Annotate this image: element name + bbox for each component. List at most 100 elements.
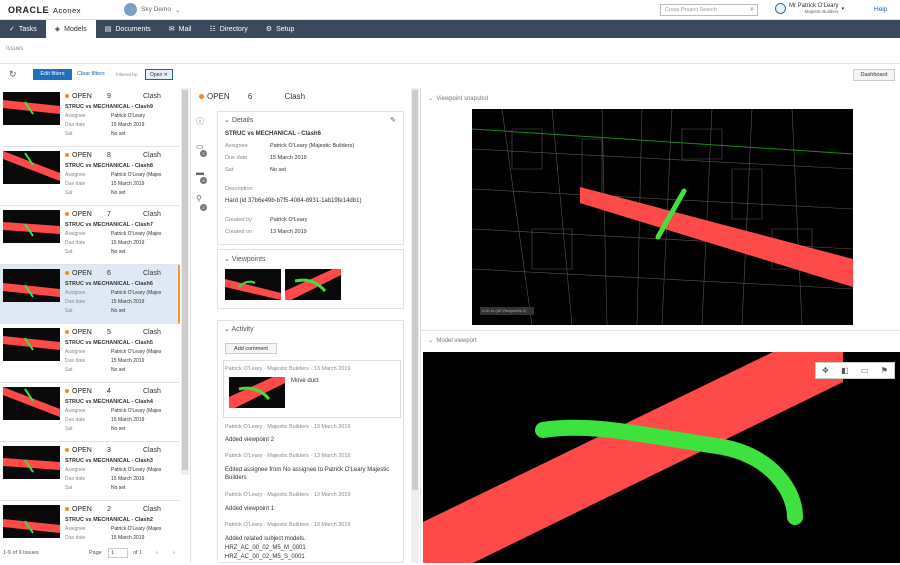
thumbnail-image — [3, 387, 60, 417]
issue-row[interactable]: OPEN 4 Clash STRUC vs MECHANICAL - Clash4 As… — [0, 383, 180, 442]
issue-row[interactable]: OPEN 3 Clash STRUC vs MECHANICAL - Clash3 As… — [0, 442, 180, 501]
detail-scrollbar[interactable] — [411, 88, 419, 563]
issue-title: STRUC vs MECHANICAL - Clash5 — [65, 340, 153, 346]
thumbnail-image — [3, 336, 60, 351]
issue-row[interactable]: OPEN 6 Clash STRUC vs MECHANICAL - Clash6 As… — [0, 265, 180, 324]
issue-row[interactable]: OPEN 7 Clash STRUC vs MECHANICAL - Clash7 As… — [0, 206, 180, 265]
link-icon[interactable]: ⚲ — [196, 194, 202, 203]
issue-row[interactable]: OPEN 5 Clash STRUC vs MECHANICAL - Clash5 As… — [0, 324, 180, 383]
status-dot — [65, 507, 69, 512]
assignee-value: Patrick O'Leary (Majes — [111, 349, 162, 355]
prev-page-icon[interactable]: ‹ — [156, 550, 158, 556]
snapshot-heading: Viewpoint snapshot — [436, 96, 489, 102]
search-placeholder: Cross Project Search — [665, 7, 717, 13]
add-comment-button[interactable]: Add comment — [225, 343, 277, 354]
brand-text: ORACLE — [8, 5, 49, 15]
nav-tab-models[interactable]: ◈ Models — [45, 20, 96, 38]
page-input[interactable]: 1 — [108, 548, 128, 558]
issue-status: OPEN — [65, 93, 92, 100]
issue-thumbnail — [3, 446, 60, 479]
chevron-down-icon: ⌄ — [174, 6, 181, 14]
cross-project-search-input[interactable]: Cross Project Search ⌕ — [660, 4, 758, 16]
issue-status: OPEN — [65, 388, 92, 395]
issue-row[interactable]: OPEN 9 Clash STRUC vs MECHANICAL - Clash9 As… — [0, 88, 180, 147]
project-selector[interactable]: Sky Demo ⌄ — [124, 3, 180, 16]
issue-row[interactable]: OPEN 8 Clash STRUC vs MECHANICAL - Clash8 As… — [0, 147, 180, 206]
viewpoint-snapshot[interactable] — [472, 109, 853, 325]
status-text: OPEN — [72, 152, 92, 159]
close-icon[interactable]: ✕ — [164, 72, 168, 78]
sla-value: No set — [111, 190, 126, 196]
directory-icon: ☷ — [209, 26, 216, 33]
issue-thumbnail — [3, 328, 60, 361]
snapshot-header[interactable]: ⌄ Viewpoint snapshot — [428, 95, 488, 102]
assignee-value: Patrick O'Leary (Majes — [111, 290, 162, 296]
activity-text: Edited assignee from No assignee to Patr… — [225, 467, 390, 481]
edit-filters-button[interactable]: Edit filters — [33, 69, 72, 80]
search-icon[interactable]: ⌕ — [750, 6, 754, 14]
comment-icon[interactable]: ▬ — [196, 168, 204, 177]
issue-thumbnail — [3, 210, 60, 243]
issue-type: Clash — [143, 152, 161, 159]
due-value: 15 March 2019 — [111, 358, 145, 364]
dashboard-button[interactable]: Dashboard — [853, 69, 895, 81]
scroll-thumb[interactable] — [412, 90, 418, 490]
viewpoint-thumbnail[interactable] — [285, 269, 341, 300]
due-value: 15 March 2019 — [111, 240, 145, 246]
refresh-icon[interactable]: ↻ — [9, 69, 17, 80]
nav-tab-tasks[interactable]: ✓ Tasks — [0, 20, 46, 38]
chip-label: Open — [150, 72, 163, 78]
nav-label: Mail — [178, 25, 192, 33]
section-icon[interactable]: ▭ — [861, 366, 869, 375]
nav-tab-mail[interactable]: ✉ Mail — [160, 20, 201, 38]
nav-label: Documents — [115, 25, 151, 33]
viewpoints-section-header[interactable]: ⌄ Viewpoints — [224, 255, 266, 263]
status-dot — [65, 212, 69, 217]
detail-status: OPEN — [207, 92, 230, 101]
due-label: Due date — [65, 240, 86, 246]
assignee-label: Assignee — [225, 143, 248, 149]
due-value: 15 March 2019 — [270, 155, 307, 161]
issue-title: STRUC vs MECHANICAL - Clash4 — [65, 399, 153, 405]
cube-view-icon[interactable]: ◧ — [841, 366, 849, 375]
product-text: Aconex — [53, 6, 82, 15]
thumbnail-image — [3, 458, 60, 473]
due-value: 15 March 2019 — [111, 417, 145, 423]
assignee-label: Assignee — [65, 408, 86, 414]
nav-label: Setup — [276, 25, 295, 33]
nav-label: Tasks — [18, 25, 37, 33]
assignee-label: Assignee — [65, 467, 86, 473]
activity-meta: Patrick O'Leary · Majestic Builders · 13… — [225, 453, 351, 459]
user-menu[interactable]: Mr Patrick O'Leary Majestic Builders ▾ — [775, 3, 844, 14]
bookmark-icon[interactable]: ⚑ — [881, 366, 888, 375]
viewpoint-thumbnail[interactable] — [225, 269, 281, 300]
activity-section-header[interactable]: ⌄ Activity — [224, 325, 254, 333]
breadcrumb[interactable]: Issues — [6, 46, 23, 52]
clear-filters-link[interactable]: Clear filters — [77, 71, 105, 77]
filter-chip-open[interactable]: Open ✕ — [145, 69, 173, 80]
sla-label: Sat — [65, 131, 73, 137]
scroll-thumb[interactable] — [182, 90, 188, 470]
help-link[interactable]: Help — [874, 6, 887, 13]
sla-value: No set — [111, 308, 126, 314]
issue-list-scrollbar[interactable] — [181, 88, 189, 475]
navigate-icon[interactable]: ✥ — [822, 366, 829, 375]
detail-title: STRUC vs MECHANICAL - Clash6 — [225, 131, 321, 137]
description-label: Description — [225, 186, 253, 192]
model-viewport-header[interactable]: ⌄ Model viewport — [428, 337, 477, 344]
model-viewport[interactable] — [423, 352, 900, 563]
info-icon[interactable]: ⓘ — [196, 116, 204, 127]
created-on-label: Created on — [225, 229, 253, 235]
edit-icon[interactable]: ✎ — [390, 116, 396, 124]
issue-row[interactable]: OPEN 2 Clash STRUC vs MECHANICAL - Clash2 As… — [0, 501, 180, 543]
oracle-aconex-logo[interactable]: ORACLE Aconex — [8, 5, 81, 15]
sla-value: No set — [111, 485, 126, 491]
issue-number: 6 — [107, 270, 111, 277]
next-page-icon[interactable]: › — [173, 550, 175, 556]
nav-tab-directory[interactable]: ☷ Directory — [201, 20, 257, 38]
nav-tab-setup[interactable]: ⚙ Setup — [257, 20, 304, 38]
details-section-header[interactable]: ⌄ Details — [224, 116, 253, 124]
nav-tab-documents[interactable]: ▤ Documents — [96, 20, 160, 38]
sla-label: Sat — [225, 167, 234, 173]
comment-thumbnail[interactable] — [229, 377, 285, 408]
